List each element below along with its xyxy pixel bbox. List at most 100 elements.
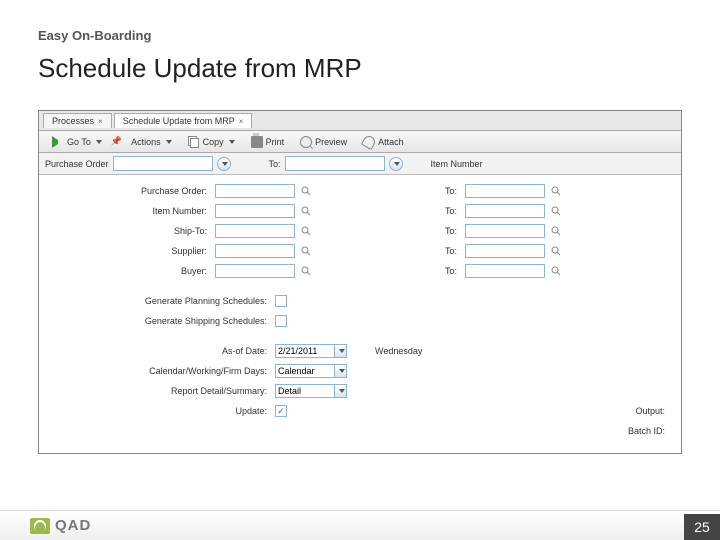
tab-label: Processes [52,116,94,126]
chevron-down-icon [229,140,235,144]
arrow-icon [52,136,64,148]
print-icon [251,136,263,148]
asof-date-picker[interactable] [275,344,347,358]
buyer-label: Buyer: [51,266,211,276]
tab-bar: Processes × Schedule Update from MRP × [39,111,681,131]
close-icon[interactable]: × [98,117,103,126]
filter-bar: Purchase Order To: Item Number [39,153,681,175]
filter-po-input[interactable] [113,156,213,171]
page-number: 25 [684,514,720,540]
shipto-to-input[interactable] [465,224,545,238]
chevron-down-icon [222,162,228,166]
calendar-label: Calendar/Working/Firm Days: [51,366,271,376]
filter-label-po: Purchase Order [45,159,109,169]
chevron-down-icon [339,349,345,353]
gen-planning-label: Generate Planning Schedules: [51,296,271,306]
filter-to-input[interactable] [285,156,385,171]
report-input[interactable] [275,384,335,398]
goto-button[interactable]: Go To [45,133,109,151]
to-label: To: [431,206,461,216]
btn-label: Print [266,137,285,147]
tab-label: Schedule Update from MRP [123,116,235,126]
tab-processes[interactable]: Processes × [43,113,112,128]
print-button[interactable]: Print [244,133,292,151]
attach-button[interactable]: Attach [356,133,411,151]
output-label: Output: [635,406,665,416]
btn-label: Actions [131,137,161,147]
lookup-icon[interactable] [549,204,563,218]
lookup-icon[interactable] [299,184,313,198]
lookup-icon[interactable] [299,244,313,258]
report-label: Report Detail/Summary: [51,386,271,396]
tab-schedule-update[interactable]: Schedule Update from MRP × [114,113,253,128]
brand-logo: QAD [30,517,91,534]
pin-icon[interactable]: 📌 [111,136,122,147]
chevron-down-icon [166,140,172,144]
lookup-icon[interactable] [299,224,313,238]
form-area: Purchase Order: To: Item Number: To: Shi… [39,175,681,453]
po-to-input[interactable] [465,184,545,198]
buyer-to-input[interactable] [465,264,545,278]
logo-icon [30,518,50,534]
filter-label-to: To: [269,159,281,169]
copy-button[interactable]: Copy [181,133,242,151]
po-from-input[interactable] [215,184,295,198]
asof-label: As-of Date: [51,346,271,356]
paperclip-icon [361,133,377,149]
buyer-from-input[interactable] [215,264,295,278]
update-checkbox[interactable]: ✓ [275,405,287,417]
lookup-icon[interactable] [549,244,563,258]
item-from-input[interactable] [215,204,295,218]
btn-label: Preview [315,137,347,147]
calendar-button[interactable] [335,344,347,358]
page-title: Schedule Update from MRP [38,53,682,84]
app-window: Processes × Schedule Update from MRP × G… [38,110,682,454]
shipto-label: Ship-To: [51,226,211,236]
calendar-input[interactable] [275,364,335,378]
gen-planning-checkbox[interactable] [275,295,287,307]
supplier-from-input[interactable] [215,244,295,258]
item-label: Item Number: [51,206,211,216]
dropdown-button[interactable] [335,364,347,378]
lookup-icon[interactable] [549,224,563,238]
chevron-down-icon [339,389,345,393]
batch-label: Batch ID: [628,426,665,436]
chevron-down-icon [96,140,102,144]
shipto-from-input[interactable] [215,224,295,238]
report-dropdown[interactable] [275,384,347,398]
slide-footer: QAD [0,510,720,540]
lookup-icon[interactable] [549,264,563,278]
lookup-icon[interactable] [549,184,563,198]
to-label: To: [431,226,461,236]
dropdown-button[interactable] [335,384,347,398]
toolbar: Go To 📌 Actions Copy Print Preview Attac… [39,131,681,153]
supplier-to-input[interactable] [465,244,545,258]
gen-shipping-checkbox[interactable] [275,315,287,327]
chevron-down-icon [394,162,400,166]
btn-label: Go To [67,137,91,147]
preview-button[interactable]: Preview [293,133,354,151]
calendar-dropdown[interactable] [275,364,347,378]
lookup-icon[interactable] [299,264,313,278]
dropdown-button[interactable] [217,157,231,171]
update-label: Update: [51,406,271,416]
close-icon[interactable]: × [239,117,244,126]
breadcrumb: Easy On-Boarding [38,28,682,43]
item-to-input[interactable] [465,204,545,218]
lookup-icon[interactable] [299,204,313,218]
dropdown-button[interactable] [389,157,403,171]
to-label: To: [431,186,461,196]
btn-label: Attach [378,137,404,147]
asof-date-input[interactable] [275,344,335,358]
filter-label-item: Item Number [431,159,483,169]
to-label: To: [431,266,461,276]
brand-text: QAD [55,517,91,534]
copy-icon [188,136,200,148]
chevron-down-icon [339,369,345,373]
po-label: Purchase Order: [51,186,211,196]
gen-shipping-label: Generate Shipping Schedules: [51,316,271,326]
supplier-label: Supplier: [51,246,211,256]
asof-day-label: Wednesday [375,346,422,356]
to-label: To: [431,246,461,256]
actions-button[interactable]: Actions [124,134,179,150]
